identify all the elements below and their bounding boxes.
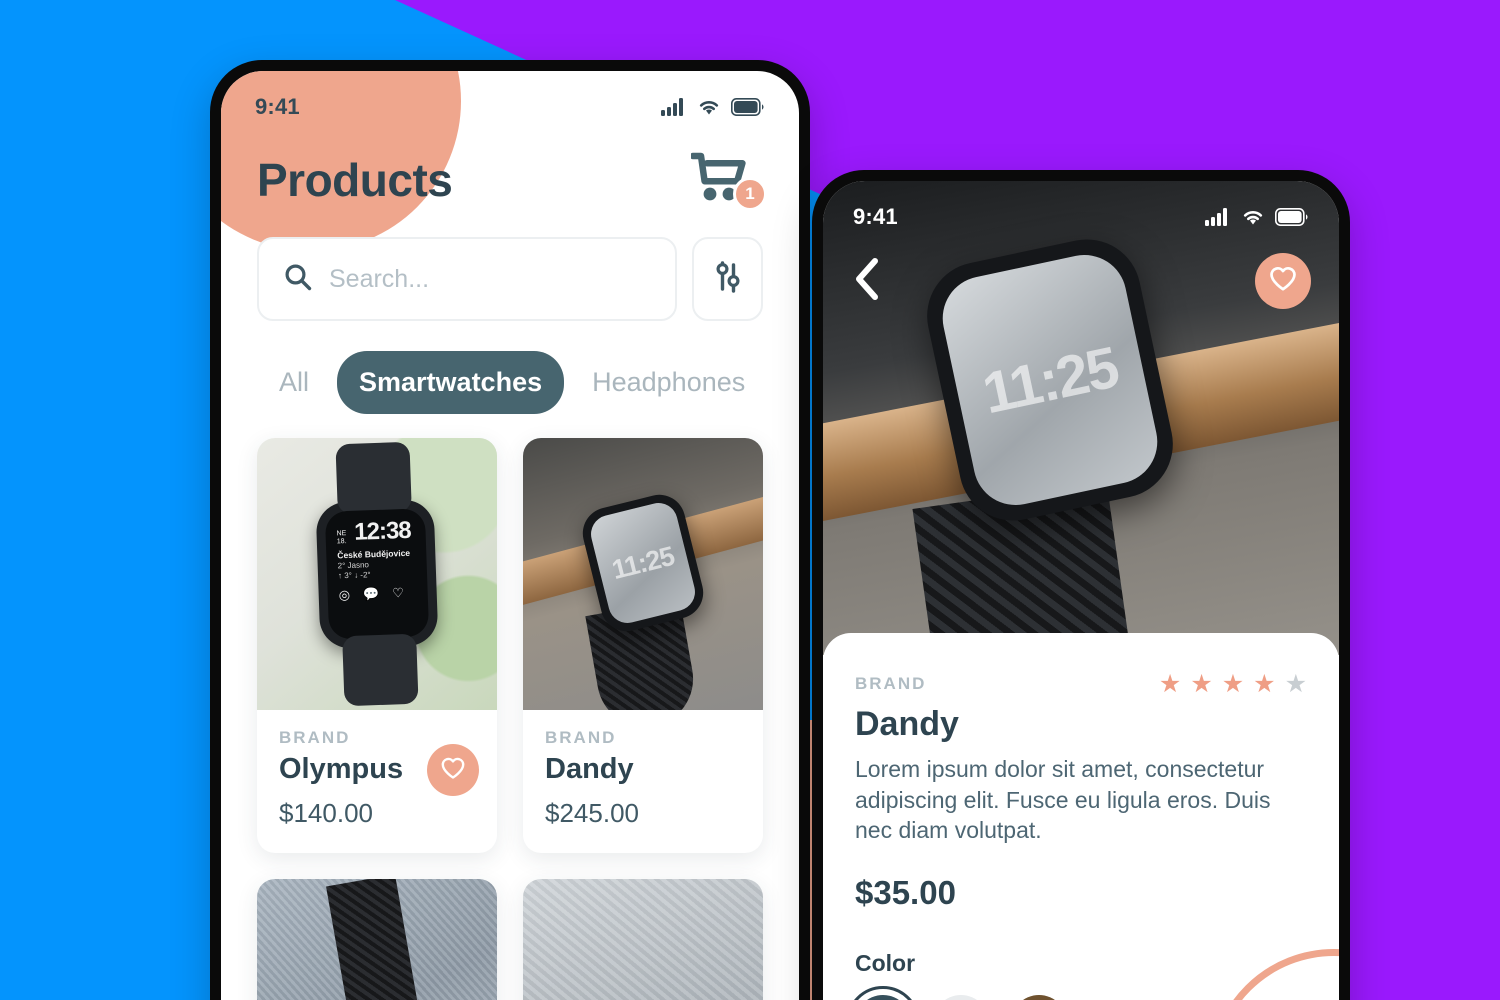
- tab-headphones[interactable]: Headphones: [570, 351, 763, 414]
- phone-left: 9:41 Products 1 Search... All Smartwatch…: [210, 60, 810, 1000]
- color-swatch-slate[interactable]: [846, 985, 920, 1000]
- battery-full-icon: [1275, 208, 1309, 226]
- phone-right-screen: 11:25 9:41 BRAND ★ ★ ★ ★ ★ Dandy Lorem i…: [823, 181, 1339, 1000]
- phone-left-screen: 9:41 Products 1 Search... All Smartwatch…: [221, 71, 799, 1000]
- search-row: [257, 237, 763, 321]
- page-title: Products: [257, 154, 453, 206]
- product-price: $140.00: [279, 798, 373, 828]
- phone-right: 11:25 9:41 BRAND ★ ★ ★ ★ ★ Dandy Lorem i…: [812, 170, 1350, 1000]
- product-name: Dandy: [545, 753, 634, 785]
- favorite-button[interactable]: [1255, 253, 1311, 309]
- star-icon: ★: [1221, 670, 1245, 698]
- product-card[interactable]: [257, 879, 497, 1000]
- tab-smartwatches[interactable]: Smartwatches: [337, 351, 565, 414]
- color-swatch-brown[interactable]: [1011, 994, 1067, 1000]
- right-nav-bar: [823, 253, 1339, 309]
- watch-day: 18.: [336, 537, 347, 546]
- product-brand: BRAND: [545, 728, 617, 747]
- battery-full-icon: [731, 98, 765, 116]
- rating-stars[interactable]: ★ ★ ★ ★ ★: [1159, 669, 1307, 699]
- chevron-left-icon: [851, 256, 885, 307]
- left-header: Products 1: [257, 151, 767, 211]
- cart-badge: 1: [733, 177, 767, 211]
- watch-illustration: NE 18. 12:38 České Budějovice 2° Jasno ↑…: [315, 498, 439, 650]
- tab-all[interactable]: All: [257, 351, 331, 414]
- product-card[interactable]: NE 18. 12:38 České Budějovice 2° Jasno ↑…: [257, 438, 497, 853]
- favorite-button[interactable]: [427, 744, 479, 796]
- search-box[interactable]: [257, 237, 677, 321]
- product-detail-panel: BRAND ★ ★ ★ ★ ★ Dandy Lorem ipsum dolor …: [823, 633, 1339, 1000]
- product-card[interactable]: [523, 879, 763, 1000]
- star-icon: ★: [1284, 670, 1307, 698]
- heart-icon: [1268, 265, 1298, 297]
- heart-rate-icon: ♡: [391, 585, 405, 601]
- wifi-icon: [1241, 208, 1265, 226]
- messages-icon: 💬: [362, 585, 380, 602]
- product-image: 11:25: [523, 438, 763, 710]
- product-grid: NE 18. 12:38 České Budějovice 2° Jasno ↑…: [257, 438, 763, 1000]
- star-icon: ★: [1190, 670, 1213, 698]
- product-brand: BRAND: [855, 674, 927, 693]
- product-price: $245.00: [545, 798, 639, 828]
- wifi-icon: [697, 98, 721, 116]
- watch-temp-range: ↑ 3° ↓ -2°: [337, 570, 371, 581]
- product-image: NE 18. 12:38 České Budějovice 2° Jasno ↑…: [257, 438, 497, 710]
- product-image: [523, 879, 763, 1000]
- filter-button[interactable]: [692, 237, 763, 321]
- back-button[interactable]: [851, 255, 903, 307]
- product-price: $35.00: [855, 873, 956, 911]
- category-tabs: All Smartwatches Headphones Smart TV: [257, 351, 763, 414]
- product-name: Dandy: [855, 705, 959, 743]
- product-card[interactable]: 11:25 BRAND Dandy $245.00: [523, 438, 763, 853]
- color-swatch-white[interactable]: [933, 994, 989, 1000]
- search-input[interactable]: [329, 264, 651, 294]
- activity-rings-icon: ◎: [338, 586, 351, 603]
- watch-weekday: NE: [336, 530, 347, 538]
- status-time: 9:41: [255, 94, 300, 119]
- left-status-bar: 9:41: [221, 71, 799, 125]
- watch-time: 11:25: [587, 499, 699, 628]
- star-icon: ★: [1158, 670, 1182, 698]
- right-status-bar: 9:41: [823, 181, 1339, 237]
- color-label: Color: [855, 949, 916, 976]
- sliders-filter-icon: [710, 259, 746, 300]
- product-description: Lorem ipsum dolor sit amet, consectetur …: [855, 756, 1271, 844]
- star-icon: ★: [1253, 670, 1276, 698]
- cellular-bars-icon: [1205, 208, 1231, 226]
- cellular-bars-icon: [661, 98, 687, 116]
- watch-time: 12:38: [353, 516, 412, 546]
- cart-button[interactable]: 1: [689, 151, 767, 211]
- product-image: [257, 879, 497, 1000]
- status-time: 9:41: [853, 204, 898, 229]
- search-icon: [283, 262, 313, 297]
- heart-icon: [440, 756, 466, 785]
